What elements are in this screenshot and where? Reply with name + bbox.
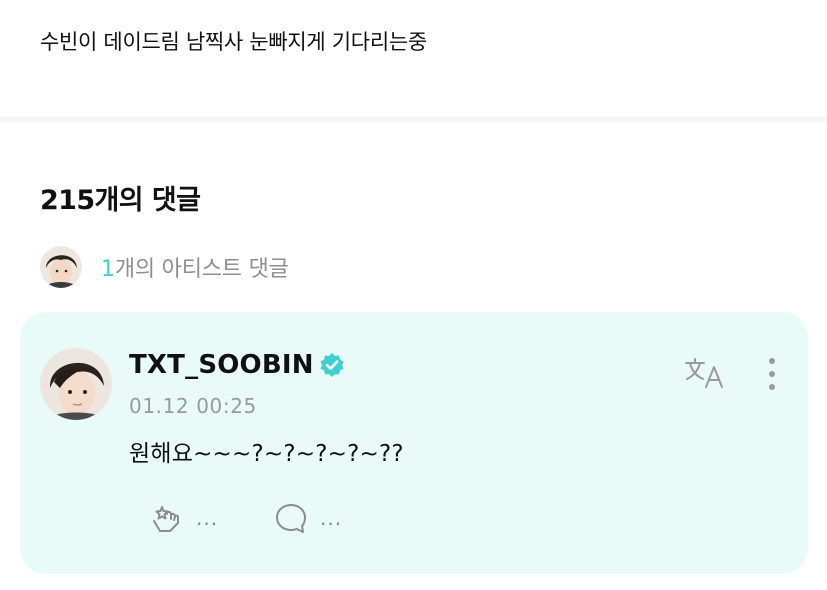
translate-icon[interactable] xyxy=(684,356,728,390)
cheer-count: ... xyxy=(196,506,219,530)
commenter-name-row[interactable]: TXT_SOOBIN xyxy=(129,350,345,380)
page: 수빈이 데이드림 남찍사 눈빠지게 기다리는중 215개의 댓글 1개의 아티스… xyxy=(0,0,827,590)
reply-count: ... xyxy=(320,506,343,530)
section-divider xyxy=(0,117,827,122)
comment-card: TXT_SOOBIN 01.12 00:25 원해요~~~?~?~?~?~?? xyxy=(20,312,808,574)
artist-comments-filter[interactable]: 1개의 아티스트 댓글 xyxy=(40,246,289,288)
artist-avatar xyxy=(40,246,82,288)
reply-button[interactable]: ... xyxy=(274,500,342,536)
reply-bubble-icon xyxy=(276,504,306,533)
cheer-button[interactable]: ... xyxy=(148,500,218,536)
artist-comments-text: 개의 아티스트 댓글 xyxy=(114,257,289,282)
more-vertical-icon[interactable] xyxy=(762,356,782,392)
commenter-avatar[interactable] xyxy=(40,348,112,420)
verified-badge-icon xyxy=(320,353,344,377)
comment-timestamp: 01.12 00:25 xyxy=(129,394,257,418)
comment-text: 원해요~~~?~?~?~?~?? xyxy=(129,441,404,467)
artist-comments-label: 1개의 아티스트 댓글 xyxy=(101,251,289,283)
commenter-username[interactable]: TXT_SOOBIN xyxy=(129,350,314,380)
cheer-icon xyxy=(153,506,179,532)
post-text: 수빈이 데이드림 남찍사 눈빠지게 기다리는중 xyxy=(40,30,427,54)
comments-count-heading: 215개의 댓글 xyxy=(40,185,201,216)
artist-comments-count: 1 xyxy=(101,257,115,282)
